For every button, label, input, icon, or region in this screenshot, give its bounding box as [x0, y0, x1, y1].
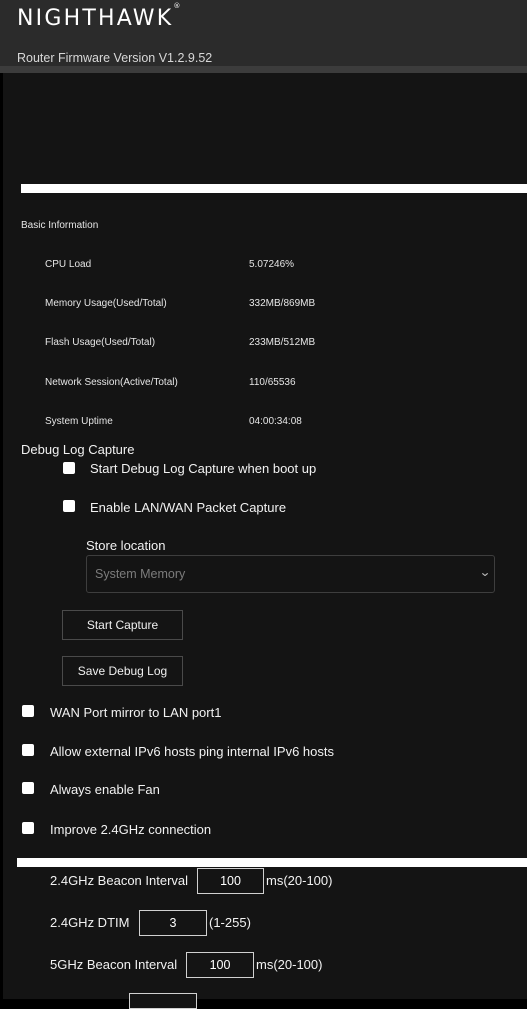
ipv6-ping-label: Allow external IPv6 hosts ping internal …	[50, 744, 334, 759]
brand-text: NIGHTHAWK	[17, 6, 174, 31]
beacon-24-input[interactable]: 100	[197, 868, 264, 894]
network-session-label: Network Session(Active/Total)	[45, 377, 178, 388]
store-location-label: Store location	[86, 538, 166, 553]
system-uptime-label: System Uptime	[45, 416, 113, 427]
section-divider	[21, 184, 527, 193]
debug-boot-checkbox[interactable]	[63, 462, 75, 474]
enable-fan-checkbox[interactable]	[22, 782, 34, 794]
beacon-5-label: 5GHz Beacon Interval	[50, 957, 178, 972]
store-location-select[interactable]: System Memory ⌄	[86, 555, 495, 593]
debug-boot-label: Start Debug Log Capture when boot up	[90, 461, 317, 476]
cpu-load-value: 5.07246%	[249, 259, 295, 270]
memory-usage-value: 332MB/869MB	[249, 298, 316, 309]
cpu-load-label: CPU Load	[45, 259, 92, 270]
memory-usage-label: Memory Usage(Used/Total)	[45, 298, 167, 309]
header: NIGHTHAWK® Router Firmware Version V1.2.…	[0, 0, 527, 66]
header-divider	[0, 66, 527, 73]
improve-24ghz-label: Improve 2.4GHz connection	[50, 822, 212, 837]
dtim-24-input[interactable]: 3	[139, 910, 207, 936]
debug-log-title: Debug Log Capture	[21, 442, 135, 457]
beacon-24-label: 2.4GHz Beacon Interval	[50, 873, 189, 888]
flash-usage-value: 233MB/512MB	[249, 337, 316, 348]
wan-mirror-label: WAN Port mirror to LAN port1	[50, 705, 222, 720]
firmware-version: Router Firmware Version V1.2.9.52	[17, 51, 213, 65]
start-capture-button[interactable]: Start Capture	[62, 610, 183, 640]
save-debug-log-button[interactable]: Save Debug Log	[62, 656, 183, 686]
basic-info-title: Basic Information	[21, 220, 99, 231]
network-session-value: 110/65536	[249, 377, 296, 388]
beacon-5-input[interactable]: 100	[186, 952, 254, 978]
enable-fan-label: Always enable Fan	[50, 782, 160, 797]
partial-next-input[interactable]	[129, 993, 197, 1009]
nighthawk-logo: NIGHTHAWK®	[17, 2, 180, 31]
flash-usage-label: Flash Usage(Used/Total)	[45, 337, 156, 348]
dtim-24-label: 2.4GHz DTIM	[50, 915, 130, 930]
beacon-5-unit: ms(20-100)	[256, 957, 323, 972]
packet-capture-checkbox[interactable]	[63, 500, 75, 512]
beacon-24-unit: ms(20-100)	[266, 873, 333, 888]
ipv6-ping-checkbox[interactable]	[22, 744, 34, 756]
section-divider-2	[17, 858, 527, 867]
chevron-down-icon: ⌄	[478, 565, 492, 579]
dtim-24-unit: (1-255)	[209, 915, 251, 930]
wan-mirror-checkbox[interactable]	[22, 705, 34, 717]
store-location-value: System Memory	[95, 567, 186, 581]
improve-24ghz-checkbox[interactable]	[22, 822, 34, 834]
packet-capture-label: Enable LAN/WAN Packet Capture	[90, 500, 287, 515]
system-uptime-value: 04:00:34:08	[249, 416, 302, 427]
trademark-mark: ®	[173, 1, 181, 10]
